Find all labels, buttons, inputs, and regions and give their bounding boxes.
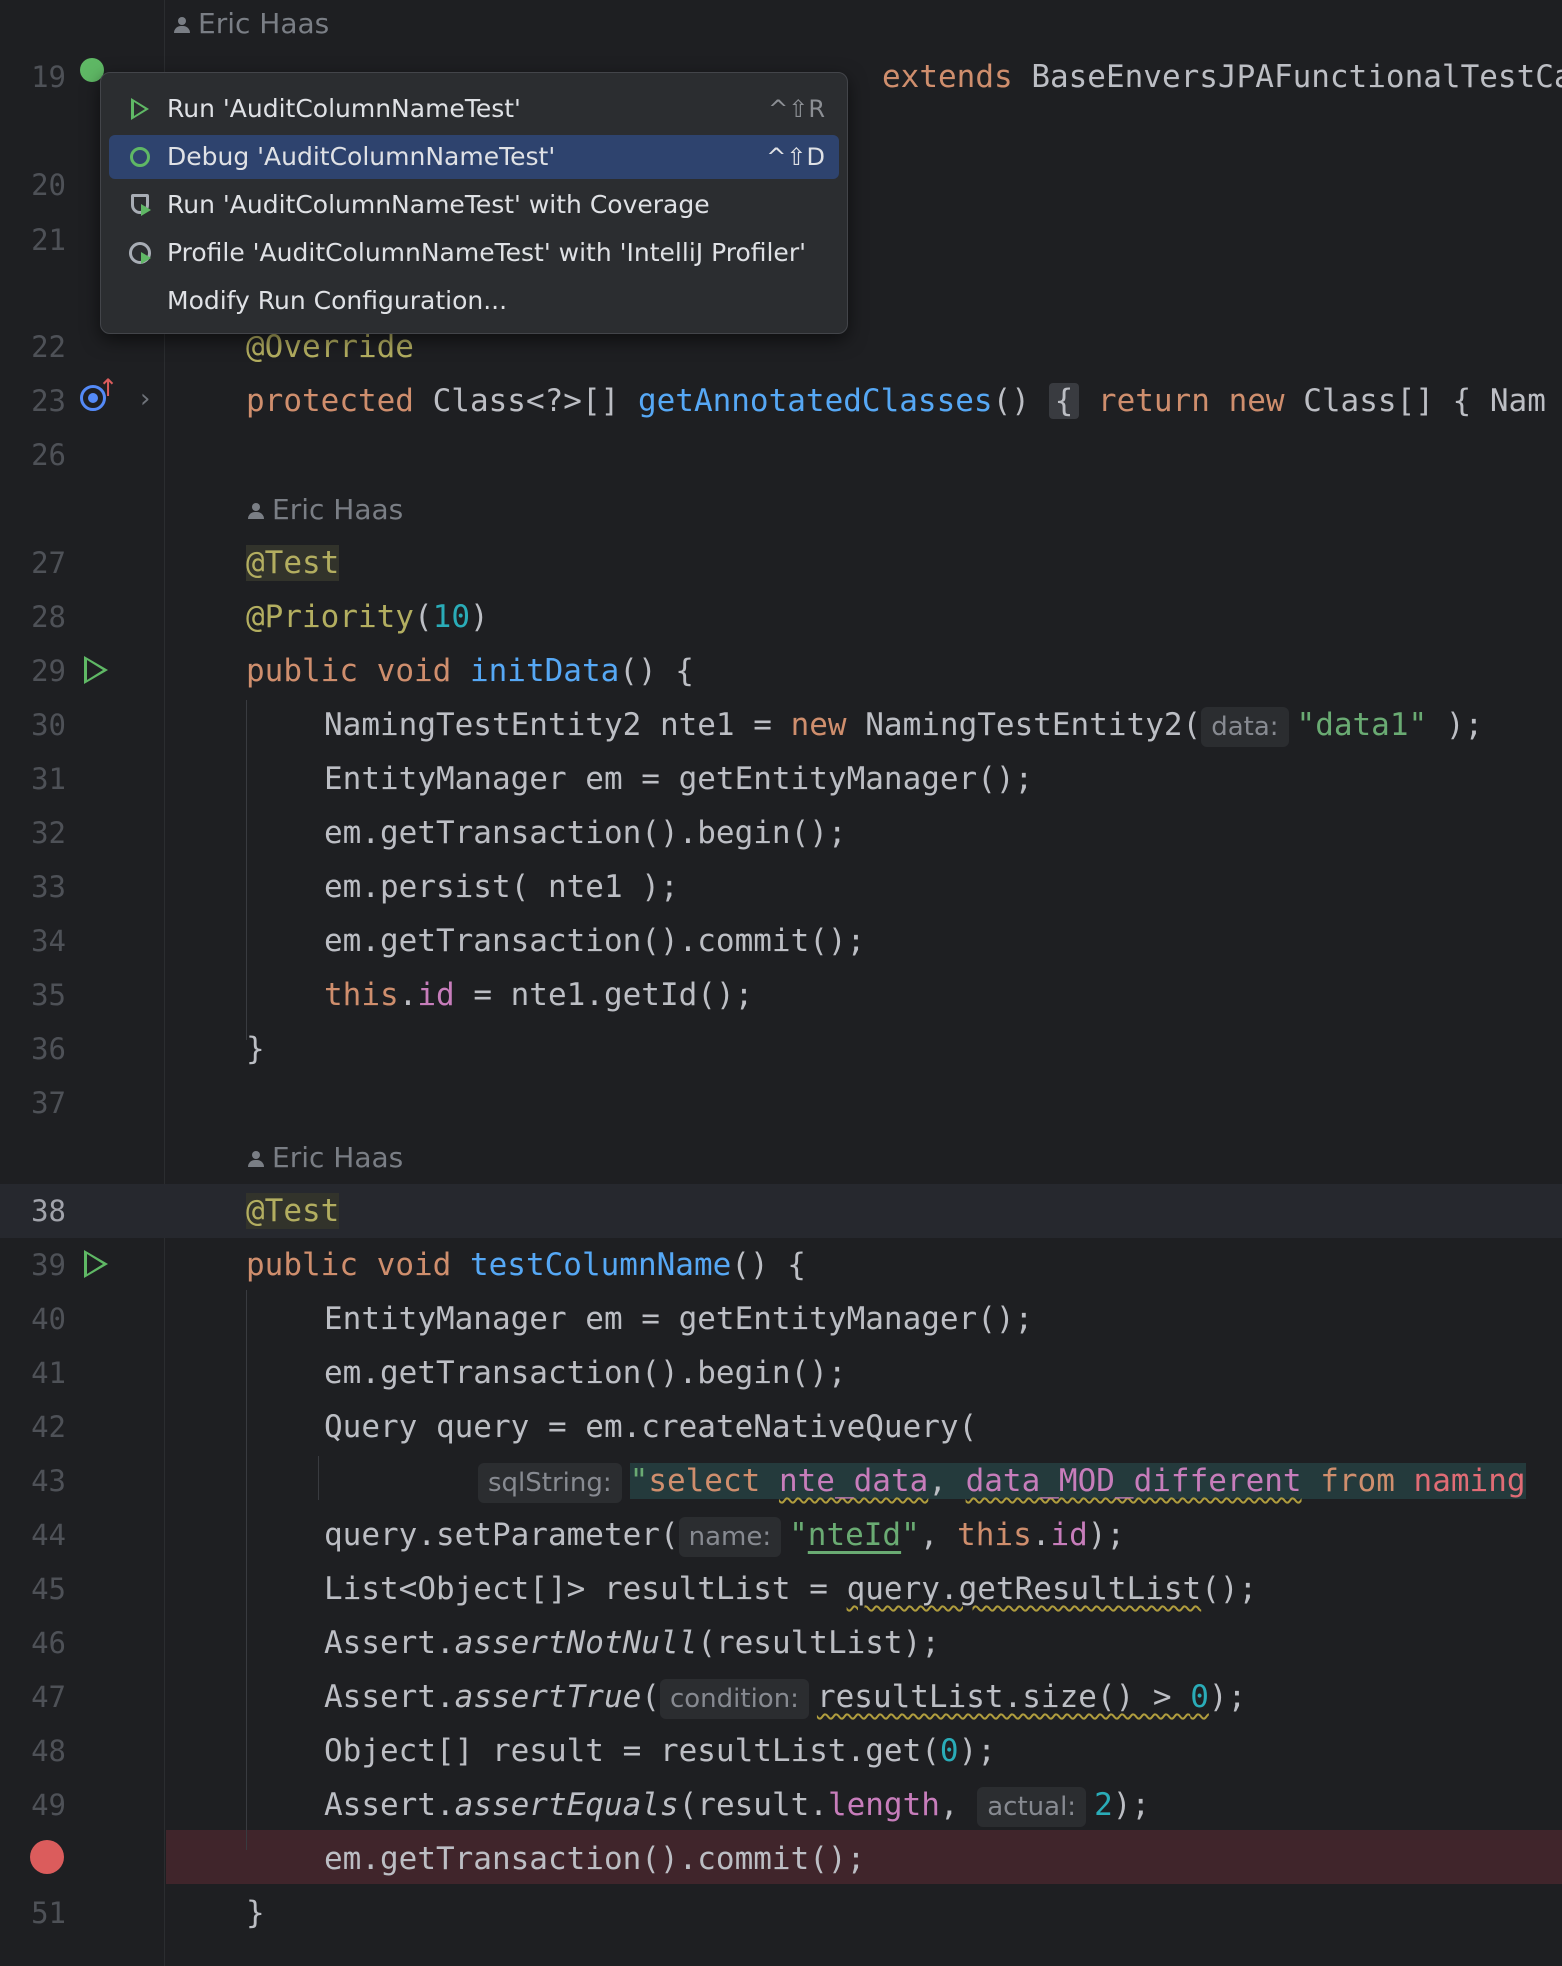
line-number[interactable]: 35 [0, 968, 66, 1022]
person-icon [248, 1151, 264, 1167]
code-line-39[interactable]: public void testColumnName() { [246, 1238, 806, 1292]
code-line-31[interactable]: EntityManager em = getEntityManager(); [324, 752, 1033, 806]
code-line-46[interactable]: Assert.assertNotNull(resultList); [324, 1616, 940, 1670]
line-number[interactable]: 33 [0, 860, 66, 914]
line-number[interactable]: 23 [0, 374, 66, 428]
run-icon [127, 96, 153, 122]
menu-item-modify-run-configuration[interactable]: Modify Run Configuration... [109, 279, 839, 323]
line-number[interactable]: 45 [0, 1562, 66, 1616]
line-number[interactable]: 37 [0, 1076, 66, 1130]
line-number[interactable]: 22 [0, 320, 66, 374]
line-number[interactable]: 20 [0, 158, 66, 212]
author-hint[interactable]: Eric Haas [174, 4, 329, 44]
code-line-30[interactable]: NamingTestEntity2 nte1 = new NamingTestE… [324, 698, 1483, 752]
line-number[interactable]: 39 [0, 1238, 66, 1292]
line-number[interactable]: 19 [0, 50, 66, 104]
code-line-23[interactable]: protected Class<?>[] getAnnotatedClasses… [246, 374, 1546, 428]
shortcut-label: ^⇧D [766, 143, 825, 171]
breakpoint-icon[interactable] [30, 1840, 64, 1874]
run-context-menu[interactable]: Run 'AuditColumnNameTest' ^⇧R Debug 'Aud… [100, 72, 848, 334]
code-line-48[interactable]: Object[] result = resultList.get(0); [324, 1724, 996, 1778]
line-number[interactable]: 28 [0, 590, 66, 644]
code-line-47[interactable]: Assert.assertTrue(condition: resultList.s… [324, 1670, 1246, 1724]
code-line-32[interactable]: em.getTransaction().begin(); [324, 806, 847, 860]
line-number[interactable]: 29 [0, 644, 66, 698]
indent-guide [318, 1456, 319, 1500]
up-arrow-icon: ↑ [98, 374, 119, 402]
parameter-hint: actual: [977, 1786, 1087, 1827]
line-number[interactable]: 27 [0, 536, 66, 590]
code-line-44[interactable]: query.setParameter(name: "nteId", this.id… [324, 1508, 1125, 1562]
code-line-43[interactable]: sqlString: "select nte_data, data_MOD_dif… [478, 1454, 1526, 1508]
person-icon [174, 17, 190, 33]
indent-guide [246, 700, 247, 1040]
code-line-41[interactable]: em.getTransaction().begin(); [324, 1346, 847, 1400]
menu-item-run-with-coverage[interactable]: Run 'AuditColumnNameTest' with Coverage [109, 183, 839, 227]
code-line-40[interactable]: EntityManager em = getEntityManager(); [324, 1292, 1033, 1346]
author-hint[interactable]: Eric Haas [248, 490, 403, 530]
parameter-hint: sqlString: [478, 1462, 622, 1503]
line-number[interactable]: 32 [0, 806, 66, 860]
person-icon [248, 503, 264, 519]
line-number[interactable]: 26 [0, 428, 66, 482]
code-line-42[interactable]: Query query = em.createNativeQuery( [324, 1400, 977, 1454]
line-number[interactable]: 51 [0, 1886, 66, 1940]
shortcut-label: ^⇧R [768, 95, 825, 123]
menu-item-profile[interactable]: Profile 'AuditColumnNameTest' with 'Inte… [109, 231, 839, 275]
line-number[interactable]: 40 [0, 1292, 66, 1346]
line-number[interactable]: 42 [0, 1400, 66, 1454]
code-line-38[interactable]: @Test [246, 1184, 340, 1238]
line-number[interactable]: 47 [0, 1670, 66, 1724]
run-test-icon[interactable] [84, 1250, 108, 1278]
profiler-icon [127, 240, 153, 266]
parameter-hint: condition: [659, 1678, 809, 1719]
line-number[interactable]: 30 [0, 698, 66, 752]
parameter-hint: data: [1201, 706, 1289, 747]
code-line-33[interactable]: em.persist( nte1 ); [324, 860, 679, 914]
line-number[interactable]: 34 [0, 914, 66, 968]
line-number[interactable]: 31 [0, 752, 66, 806]
line-number[interactable]: 44 [0, 1508, 66, 1562]
code-line-45[interactable]: List<Object[]> resultList = query.getRes… [324, 1562, 1257, 1616]
code-line-34[interactable]: em.getTransaction().commit(); [324, 914, 865, 968]
menu-item-debug[interactable]: Debug 'AuditColumnNameTest' ^⇧D [109, 135, 839, 179]
code-line-36[interactable]: } [246, 1022, 265, 1076]
code-line-50[interactable]: em.getTransaction().commit(); [324, 1832, 865, 1886]
debug-icon [127, 144, 153, 170]
run-test-icon[interactable] [84, 656, 108, 684]
code-line-51[interactable]: } [246, 1886, 265, 1940]
code-line-29[interactable]: public void initData() { [246, 644, 694, 698]
line-number[interactable]: 41 [0, 1346, 66, 1400]
menu-item-run[interactable]: Run 'AuditColumnNameTest' ^⇧R [109, 87, 839, 131]
line-number[interactable]: 46 [0, 1616, 66, 1670]
code-line-27[interactable]: @Test [246, 536, 340, 590]
line-number-current[interactable]: 38 [0, 1184, 66, 1238]
code-line-35[interactable]: this.id = nte1.getId(); [324, 968, 753, 1022]
code-line-28[interactable]: @Priority(10) [246, 590, 489, 644]
indent-guide [246, 1290, 247, 1850]
line-number[interactable]: 48 [0, 1724, 66, 1778]
line-number[interactable]: 21 [0, 213, 66, 267]
chevron-right-icon[interactable]: › [140, 384, 150, 414]
code-line-19[interactable]: extends BaseEnversJPAFunctionalTestCase [882, 50, 1562, 104]
folded-region[interactable]: { [1048, 383, 1080, 419]
coverage-icon [127, 192, 153, 218]
line-number[interactable]: 49 [0, 1778, 66, 1832]
line-number[interactable]: 36 [0, 1022, 66, 1076]
parameter-hint: name: [678, 1516, 782, 1557]
author-hint[interactable]: Eric Haas [248, 1138, 403, 1178]
line-number[interactable]: 43 [0, 1454, 66, 1508]
code-line-49[interactable]: Assert.assertEquals(result.length, actua… [324, 1778, 1150, 1832]
caret-line-highlight [0, 1184, 1562, 1238]
